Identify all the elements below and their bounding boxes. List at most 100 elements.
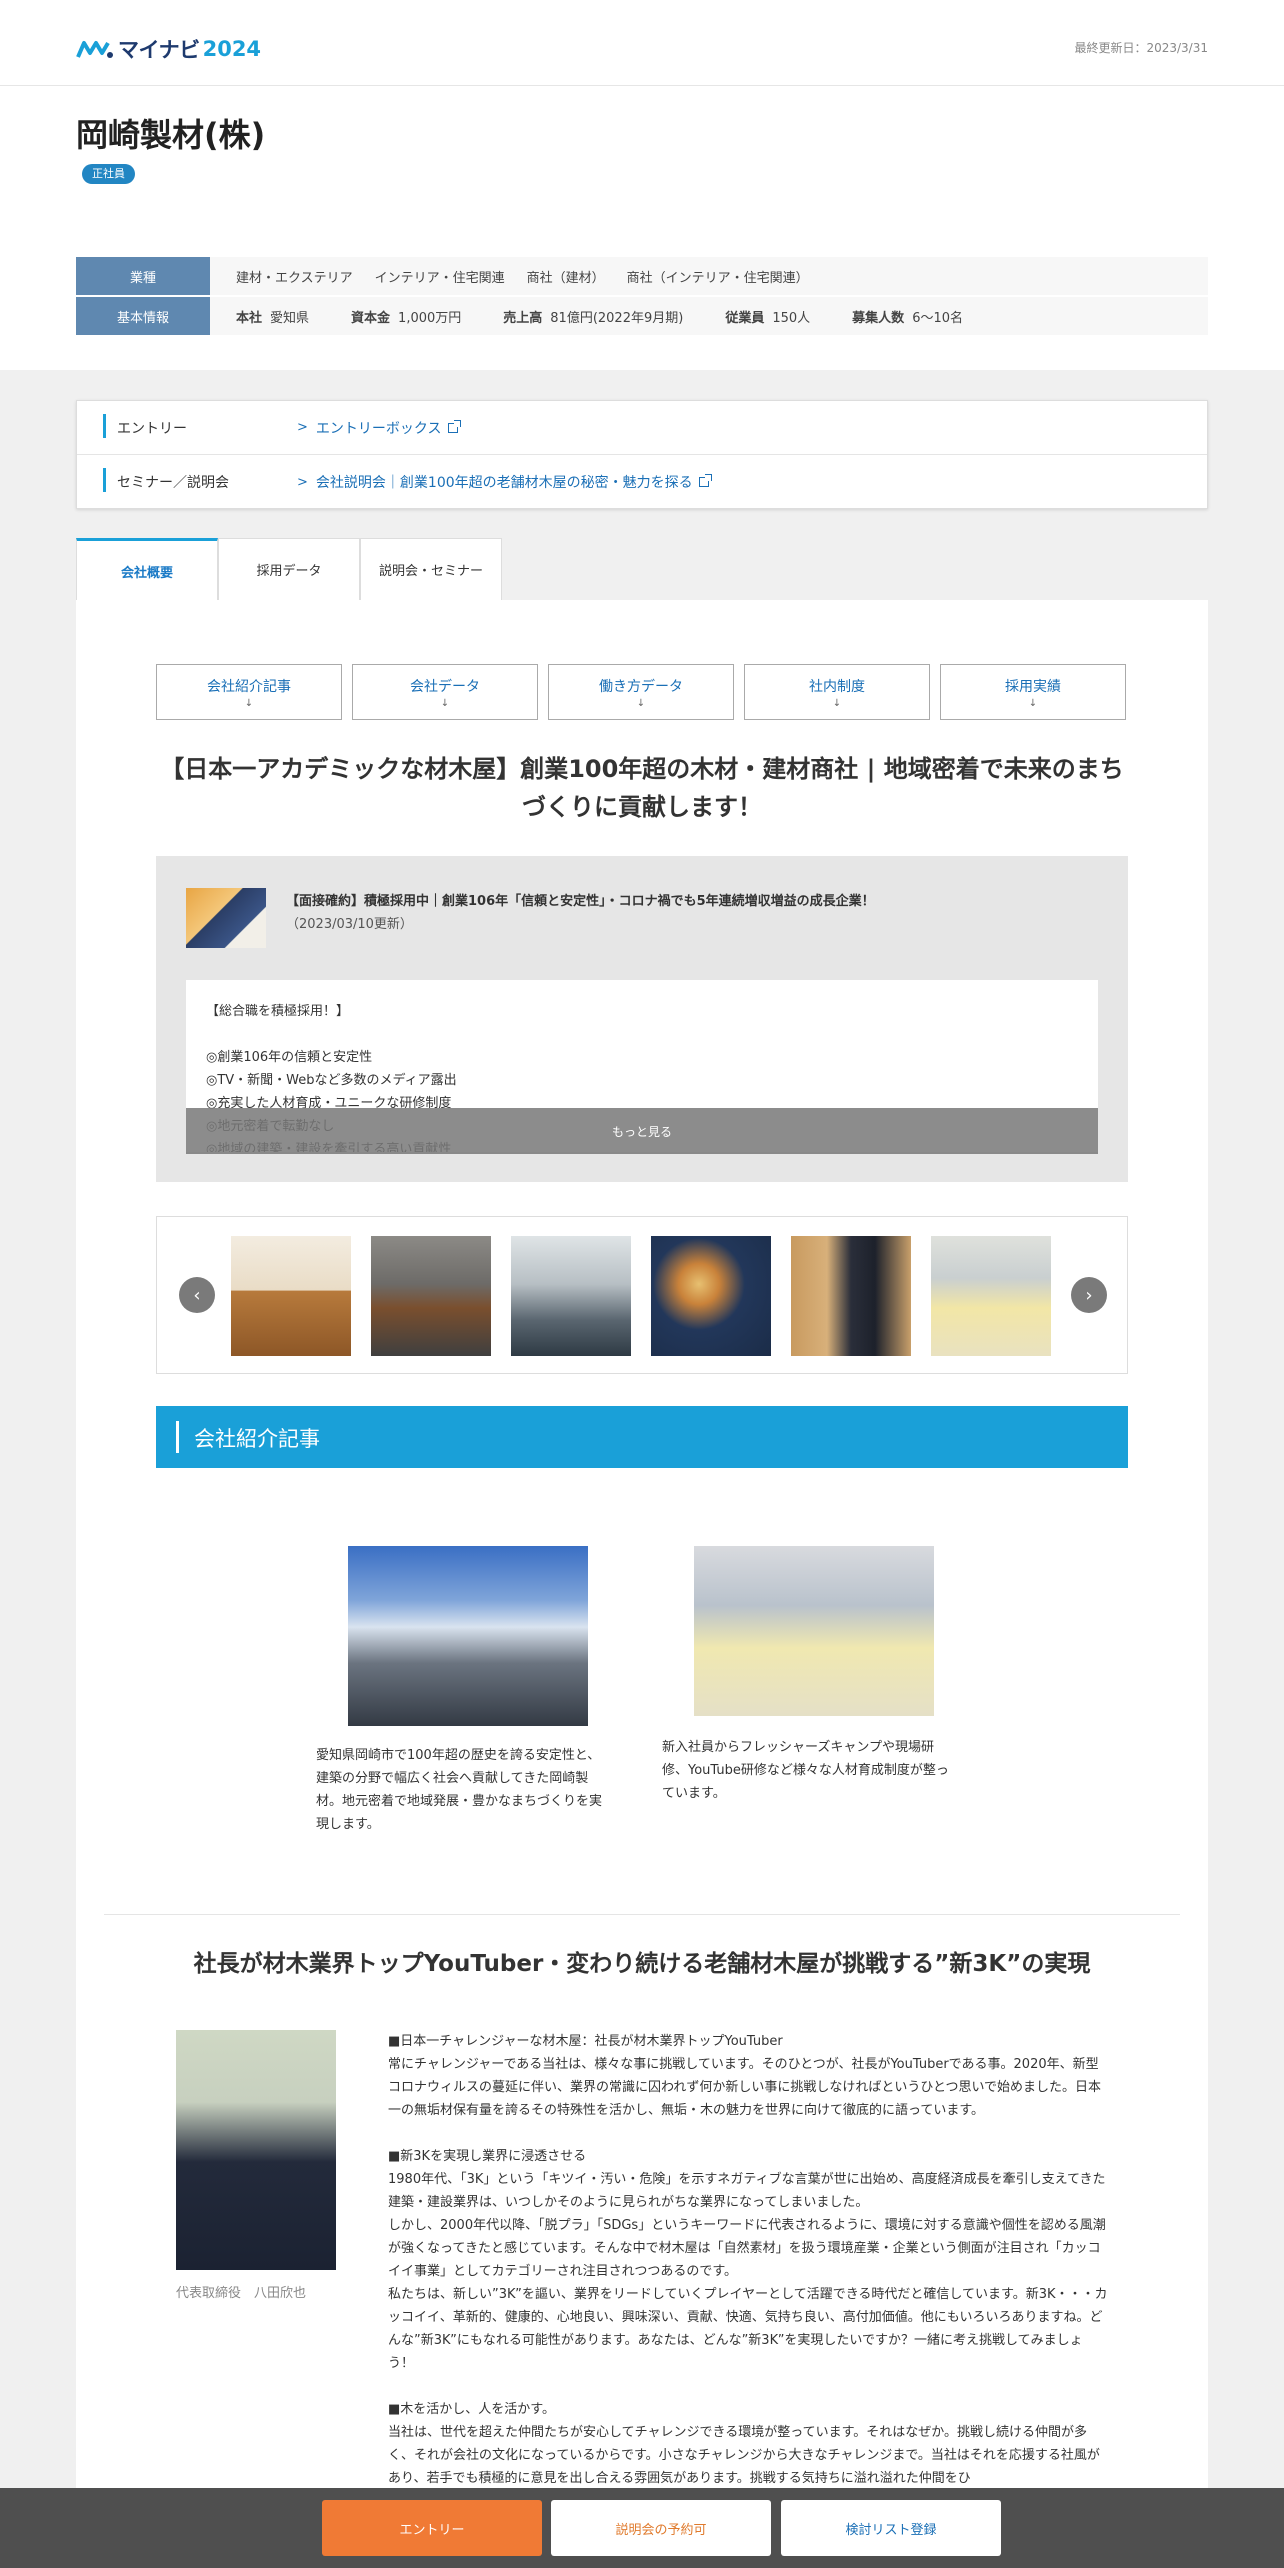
tab-seminar[interactable]: 説明会・セミナー <box>360 538 502 600</box>
seminar-reserve-button[interactable]: 説明会の予約可 <box>551 2500 771 2556</box>
industry-values: 建材・エクステリア インテリア・住宅関連 商社（建材） 商社（インテリア・住宅関… <box>210 257 1208 295</box>
anchor-label: 会社紹介記事 <box>207 678 291 695</box>
basic-info-pair: 売上高 81億円(2022年9月期) <box>503 307 683 326</box>
entry-button[interactable]: エントリー <box>322 2500 542 2556</box>
ceo-caption: 代表取締役 八田欣也 <box>176 2286 307 2301</box>
company-summary: 岡崎製材(株) 正社員 業種 建材・エクステリア インテリア・住宅関連 商社（建… <box>0 86 1284 370</box>
arrow-down-icon: ↓ <box>440 697 450 709</box>
basic-info-pair: 本社 愛知県 <box>236 307 309 326</box>
article-description: 愛知県岡崎市で100年超の歴史を誇る安定性と、建築の分野で幅広く社会へ貢献してき… <box>316 1748 603 1832</box>
basic-info-pair: 資本金 1,000万円 <box>351 307 461 326</box>
tab-company-overview[interactable]: 会社概要 <box>76 538 218 602</box>
arrow-down-icon: ↓ <box>1028 697 1038 709</box>
industry-row: 業種 建材・エクステリア インテリア・住宅関連 商社（建材） 商社（インテリア・… <box>76 257 1208 295</box>
seminar-link[interactable]: > 会社説明会｜創業100年超の老舗材木屋の秘密・魅力を探る <box>297 472 712 492</box>
gallery-next-button[interactable]: › <box>1071 1277 1107 1313</box>
basic-info-key: 募集人数 <box>852 310 905 326</box>
basic-info-value: 150人 <box>772 310 811 326</box>
ceo-section-title: 社長が材木業界トップYouTuber・変わり続ける老舗材木屋が挑戦する”新3K”… <box>193 1951 1091 1977</box>
basic-info-values: 本社 愛知県 資本金 1,000万円 売上高 81億円(2022年9月期) 従業員 15… <box>210 297 1208 335</box>
more-button[interactable]: もっと見る <box>186 1108 1098 1154</box>
basic-info-label: 基本情報 <box>76 297 210 335</box>
catch-headline: 【日本一アカデミックな材木屋】創業100年超の木材・建材商社 | 地域密着で未来… <box>160 755 1124 821</box>
anchor-label: 会社データ <box>410 678 480 695</box>
section-divider <box>104 1914 1180 1915</box>
page-tabs: 会社概要 採用データ 説明会・セミナー <box>76 538 502 602</box>
basic-info-value: 81億円(2022年9月期) <box>550 310 684 326</box>
main-content: 会社紹介記事 ↓ 会社データ ↓ 働き方データ ↓ 社内制度 ↓ 採用実績 ↓ 【日本一ア… <box>76 600 1208 2568</box>
gallery-photo[interactable] <box>511 1236 631 1356</box>
basic-info-key: 売上高 <box>503 310 543 326</box>
anchor-internal-system[interactable]: 社内制度 ↓ <box>744 664 930 720</box>
basic-info-key: 資本金 <box>351 310 391 326</box>
basic-info-pair: 従業員 150人 <box>725 307 810 326</box>
logo-text: マイナビ <box>118 38 200 62</box>
basic-info-row: 基本情報 本社 愛知県 資本金 1,000万円 売上高 81億円(2022年9月期) … <box>76 297 1208 335</box>
gallery-photo[interactable] <box>371 1236 491 1356</box>
basic-info-key: 本社 <box>236 310 263 326</box>
mynavi-logo-icon <box>76 41 113 58</box>
industry-label: 業種 <box>76 257 210 295</box>
entry-box: エントリー > エントリーボックス セミナー／説明会 > 会社説明会｜創業100… <box>76 400 1208 509</box>
seminar-row: セミナー／説明会 > 会社説明会｜創業100年超の老舗材木屋の秘密・魅力を探る <box>77 455 1207 509</box>
gallery-prev-button[interactable]: ‹ <box>179 1277 215 1313</box>
entry-row-label: エントリー <box>77 413 297 438</box>
tab-recruit-data[interactable]: 採用データ <box>218 538 360 600</box>
basic-info-value: 6～10名 <box>912 310 964 326</box>
anchor-intro-articles[interactable]: 会社紹介記事 ↓ <box>156 664 342 720</box>
anchor-hiring-record[interactable]: 採用実績 ↓ <box>940 664 1126 720</box>
external-link-icon <box>698 474 712 487</box>
article-image[interactable] <box>694 1546 934 1716</box>
mynavi-logo[interactable]: マイナビ 2024 <box>76 34 261 64</box>
news-title: 【面接確約】積極採用中｜創業106年「信頼と安定性」・コロナ禍でも5年連続増収増… <box>286 890 906 936</box>
news-title-text: 【面接確約】積極採用中｜創業106年「信頼と安定性」・コロナ禍でも5年連続増収増… <box>286 894 875 909</box>
seminar-link-text: 会社説明会｜創業100年超の老舗材木屋の秘密・魅力を探る <box>315 475 693 491</box>
chevron-right-icon: > <box>297 420 308 435</box>
news-box: 【面接確約】積極採用中｜創業106年「信頼と安定性」・コロナ禍でも5年連続増収増… <box>156 856 1128 1182</box>
arrow-down-icon: ↓ <box>636 697 646 709</box>
company-name: 岡崎製材(株) <box>76 116 266 154</box>
basic-info-key: 従業員 <box>725 310 765 326</box>
intro-article[interactable]: 愛知県岡崎市で100年超の歴史を誇る安定性と、建築の分野で幅広く社会へ貢献してき… <box>316 1546 612 1836</box>
anchor-label: 働き方データ <box>599 678 683 695</box>
industry-item: 商社（建材） <box>526 270 605 286</box>
entry-box-link-text: エントリーボックス <box>315 420 442 437</box>
entry-box-link[interactable]: > エントリーボックス <box>297 418 461 438</box>
employment-badge: 正社員 <box>82 164 135 184</box>
article-description: 新入社員からフレッシャーズキャンプや現場研修、YouTube研修など様々な人材育… <box>662 1740 949 1801</box>
basic-info-value: 1,000万円 <box>398 310 462 326</box>
gallery-photo[interactable] <box>651 1236 771 1356</box>
basic-info-value: 愛知県 <box>270 310 310 326</box>
seminar-label-text: セミナー／説明会 <box>117 475 229 491</box>
industry-item: 商社（インテリア・住宅関連） <box>626 270 809 286</box>
anchor-nav: 会社紹介記事 ↓ 会社データ ↓ 働き方データ ↓ 社内制度 ↓ 採用実績 ↓ <box>156 664 1126 720</box>
arrow-down-icon: ↓ <box>832 697 842 709</box>
seminar-row-label: セミナー／説明会 <box>77 468 297 492</box>
anchor-company-data[interactable]: 会社データ ↓ <box>352 664 538 720</box>
company-info-table: 業種 建材・エクステリア インテリア・住宅関連 商社（建材） 商社（インテリア・… <box>76 257 1208 337</box>
site-header: マイナビ 2024 最終更新日：2023/3/31 <box>0 0 1284 86</box>
intro-article[interactable]: 新入社員からフレッシャーズキャンプや現場研修、YouTube研修など様々な人材育… <box>662 1546 958 1805</box>
ceo-photo <box>176 2030 336 2270</box>
add-to-list-button[interactable]: 検討リスト登録 <box>781 2500 1001 2556</box>
entry-row: エントリー > エントリーボックス <box>77 401 1207 455</box>
photo-gallery: ‹ › <box>156 1216 1128 1374</box>
gallery-photo[interactable] <box>931 1236 1051 1356</box>
gallery-photo[interactable] <box>231 1236 351 1356</box>
entry-label-text: エントリー <box>117 420 187 437</box>
last-updated: 最終更新日：2023/3/31 <box>1074 41 1208 55</box>
external-link-icon <box>447 419 461 433</box>
sticky-action-bar: エントリー 説明会の予約可 検討リスト登録 <box>0 2488 1284 2568</box>
article-image[interactable] <box>348 1546 588 1726</box>
news-thumbnail <box>186 888 266 948</box>
gallery-photo[interactable] <box>791 1236 911 1356</box>
logo-year: 2024 <box>202 37 262 61</box>
section-title: 会社紹介記事 <box>194 1427 320 1451</box>
chevron-right-icon: > <box>297 474 308 490</box>
anchor-label: 採用実績 <box>1005 678 1061 695</box>
anchor-work-data[interactable]: 働き方データ ↓ <box>548 664 734 720</box>
section-intro-articles-header: 会社紹介記事 <box>156 1406 1128 1468</box>
industry-item: インテリア・住宅関連 <box>374 270 505 286</box>
ceo-message: ■日本一チャレンジャーな材木屋：社長が材木業界トップYouTuber 常にチャレ… <box>388 2034 1108 2486</box>
industry-item: 建材・エクステリア <box>236 270 353 286</box>
